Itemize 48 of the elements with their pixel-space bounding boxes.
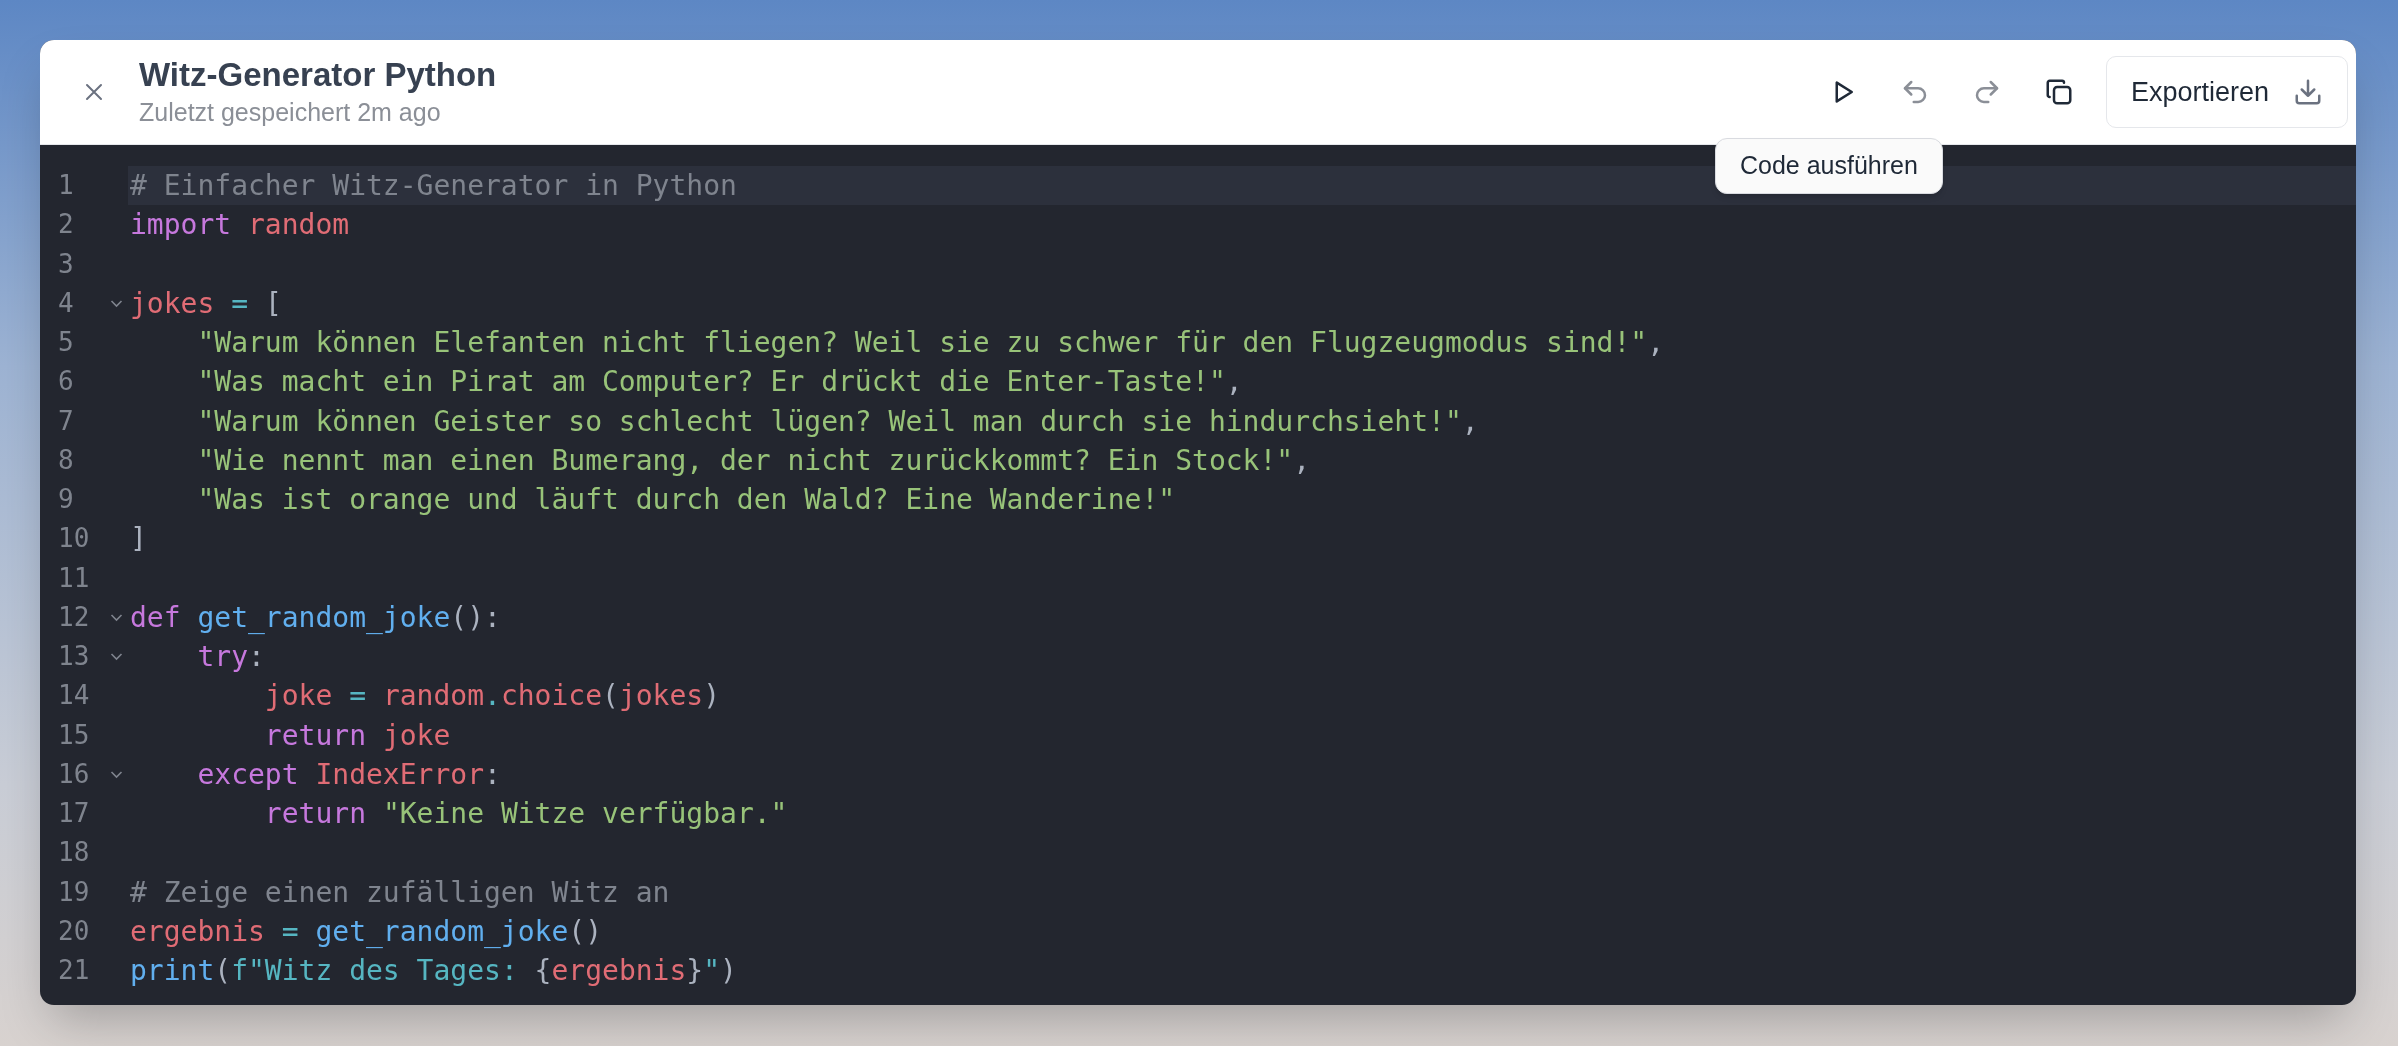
line-number: 12 (57, 600, 91, 634)
tooltip: Code ausführen (1715, 138, 1943, 194)
line-number: 4 (57, 286, 75, 320)
line-number: 15 (57, 718, 91, 752)
code-line: jokes = [ (130, 285, 282, 322)
line-number: 7 (57, 404, 75, 438)
line-number: 17 (57, 797, 91, 831)
code-line: "Wie nennt man einen Bumerang, der nicht zurückkommt? Ein Stock!", (196, 442, 1311, 479)
fold-chevron-icon[interactable] (110, 769, 123, 779)
code-line: return joke (263, 717, 451, 754)
line-number: 3 (57, 247, 75, 281)
code-line: # Einfacher Witz-Generator in Python (130, 168, 737, 205)
code-line: "Was macht ein Pirat am Computer? Er drückt die Enter-Taste!", (196, 364, 1243, 401)
line-number: 13 (57, 640, 91, 674)
line-number: 18 (57, 836, 91, 870)
line-number: 20 (57, 914, 91, 948)
line-number: 5 (57, 326, 75, 360)
line-number: 10 (57, 522, 91, 556)
line-number: 14 (57, 679, 91, 713)
export-button[interactable]: Exportieren (2105, 56, 2348, 128)
line-number: 1 (57, 169, 75, 203)
code-line: "Warum können Geister so schlecht lügen? Weil man durch sie hindurchsieht!", (196, 403, 1479, 440)
fold-chevron-icon[interactable] (110, 652, 123, 662)
line-number: 16 (57, 757, 91, 791)
code-line: try: (196, 639, 265, 676)
code-line: return "Keine Witze verfügbar." (263, 796, 788, 833)
code-line: "Was ist orange und läuft durch den Wald? Eine Wanderine!" (196, 482, 1176, 519)
code-line: "Warum können Elefanten nicht fliegen? Weil sie zu schwer für den Flugzeugmodus sind!", (196, 325, 1665, 362)
document-title: Witz-Generator Python (139, 57, 497, 93)
save-status: Zuletzt gespeichert 2m ago (139, 97, 442, 127)
line-number: 11 (57, 561, 91, 595)
fold-chevron-icon[interactable] (110, 612, 123, 622)
code-line: import random (130, 207, 350, 244)
line-number: 2 (57, 208, 75, 242)
download-icon (2293, 77, 2323, 107)
line-number: 9 (57, 483, 75, 517)
line-number: 6 (57, 365, 75, 399)
fold-chevron-icon[interactable] (110, 298, 123, 308)
code-line: def get_random_joke(): (130, 599, 501, 636)
line-number: 8 (57, 443, 75, 477)
code-line: ] (130, 521, 147, 558)
code-line: joke = random.choice(jokes) (263, 678, 721, 715)
line-number: 21 (57, 954, 91, 988)
line-number: 19 (57, 875, 91, 909)
code-line: except IndexError: (196, 756, 501, 793)
code-line: print(f"Witz des Tages: {ergebnis}") (130, 953, 737, 990)
code-line: ergebnis = get_random_joke() (130, 913, 603, 950)
code-line: # Zeige einen zufälligen Witz an (130, 874, 670, 911)
